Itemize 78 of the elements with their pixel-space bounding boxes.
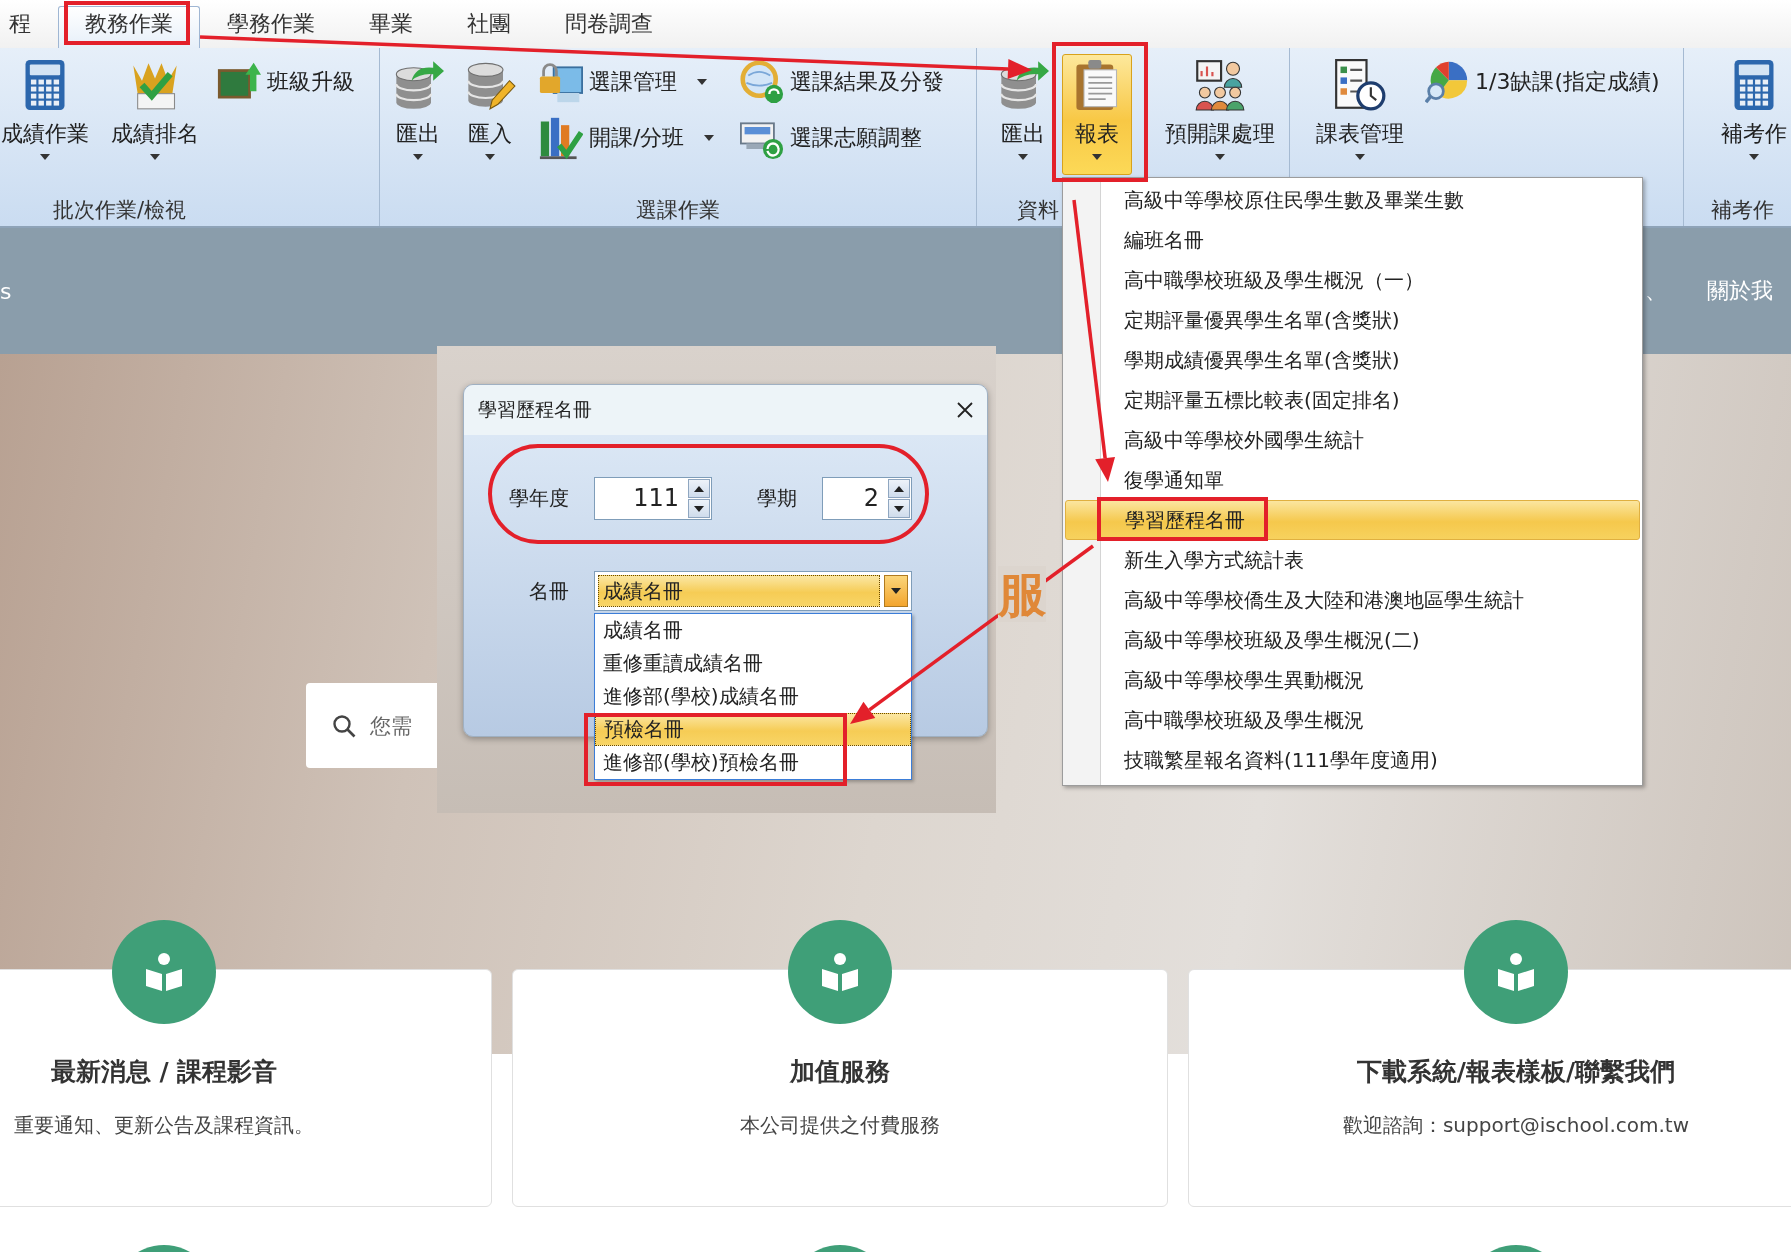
triangle-up-icon bbox=[894, 485, 904, 492]
menu-item[interactable]: 高級中等學校學生異動概況 bbox=[1065, 660, 1640, 700]
group-label: 資料 bbox=[1017, 198, 1059, 222]
menu-item[interactable]: 技職繁星報名資料(111學年度適用) bbox=[1065, 740, 1640, 780]
menu-item[interactable]: 高級中等學校外國學生統計 bbox=[1065, 420, 1640, 460]
dialog-title: 學習歷程名冊 bbox=[478, 397, 592, 422]
menu-item[interactable]: 高級中等學校僑生及大陸和港澳地區學生統計 bbox=[1065, 580, 1640, 620]
ribbon-button[interactable]: 補考作 bbox=[1712, 54, 1791, 175]
menu-item[interactable]: 定期評量優異學生名單(含獎狀) bbox=[1065, 300, 1640, 340]
bar-chart-icon bbox=[539, 116, 583, 160]
group-label: 批次作業/檢視 bbox=[52, 198, 187, 222]
field-label: 學期 bbox=[757, 485, 797, 512]
spin-down-button[interactable] bbox=[688, 499, 710, 518]
tab[interactable]: 問卷調查 bbox=[538, 6, 680, 48]
tab[interactable]: 社團 bbox=[440, 6, 538, 48]
menu-item[interactable]: 復學通知單 bbox=[1065, 460, 1640, 500]
database-arrow-icon bbox=[392, 59, 444, 111]
nav-text: s bbox=[0, 278, 12, 304]
ribbon-button[interactable]: 預開課處理 bbox=[1156, 54, 1284, 175]
group-label: 選課作業 bbox=[636, 198, 720, 222]
menu-item[interactable]: 高級中等學校班級及學生概況(二) bbox=[1065, 620, 1640, 660]
triangle-down-icon bbox=[894, 505, 904, 512]
ribbon-button[interactable]: 成績排名 bbox=[102, 54, 208, 175]
ribbon-button[interactable]: 1/3缺課(指定成績) bbox=[1420, 58, 1665, 106]
card-text: 本公司提供之付費服務 bbox=[739, 1112, 941, 1138]
people-icon bbox=[1194, 59, 1246, 111]
field-label: 名冊 bbox=[528, 577, 569, 605]
dropdown-option[interactable]: 進修部(學校)預檢名冊 bbox=[595, 746, 911, 779]
dropdown-option[interactable]: 重修重讀成績名冊 bbox=[595, 647, 911, 680]
tab[interactable]: 程 bbox=[0, 6, 58, 48]
menu-item[interactable]: 高級中等學校原住民學生數及畢業生數 bbox=[1065, 180, 1640, 220]
menu-item[interactable]: 新生入學方式統計表 bbox=[1065, 540, 1640, 580]
spin-up-button[interactable] bbox=[888, 479, 910, 498]
ribbon-button[interactable]: 報表 bbox=[1062, 54, 1132, 175]
menu-item[interactable]: 學期成績優異學生名單(含獎狀) bbox=[1065, 340, 1640, 380]
headline-text: 服 bbox=[998, 566, 1046, 622]
number-field[interactable]: 2 bbox=[822, 477, 912, 520]
nav-text: 、 bbox=[1645, 277, 1667, 305]
close-button[interactable] bbox=[957, 402, 973, 418]
field-label: 學年度 bbox=[508, 485, 569, 512]
ribbon-button[interactable]: 選課結果及分發 bbox=[735, 58, 950, 106]
menu-item[interactable]: 高中職學校班級及學生概況（一） bbox=[1065, 260, 1640, 300]
close-icon bbox=[957, 402, 973, 418]
globe-icon bbox=[740, 60, 785, 104]
ribbon-button[interactable]: 匯出 bbox=[383, 54, 453, 175]
card-text: 重要通知、更新公告及課程資訊。 bbox=[13, 1112, 315, 1138]
menu-item[interactable]: 編班名冊 bbox=[1065, 220, 1640, 260]
tab[interactable]: 畢業 bbox=[342, 6, 440, 48]
number-field[interactable]: 111 bbox=[594, 477, 712, 520]
search-icon bbox=[332, 713, 356, 738]
card-title: 最新消息 / 課程影音 bbox=[49, 1056, 279, 1088]
menu-item[interactable]: 高中職學校班級及學生概況 bbox=[1065, 700, 1640, 740]
spin-up-button[interactable] bbox=[688, 479, 710, 498]
dropdown-field[interactable]: 成績名冊 bbox=[594, 571, 912, 611]
ribbon-button[interactable]: 選課管理 bbox=[534, 58, 720, 106]
ribbon-button[interactable]: 成績作業 bbox=[0, 54, 98, 175]
card-title: 加值服務 bbox=[788, 1056, 891, 1088]
ribbon-button[interactable]: 匯入 bbox=[455, 54, 525, 175]
spin-down-button[interactable] bbox=[888, 499, 910, 518]
ribbon-button[interactable]: 班級升級 bbox=[212, 58, 360, 106]
ribbon-button[interactable]: 開課/分班 bbox=[534, 114, 720, 162]
tab[interactable]: 學務作業 bbox=[200, 6, 342, 48]
group-label: 補考作 bbox=[1711, 198, 1774, 222]
padlock-icon bbox=[539, 60, 583, 104]
menu-item[interactable]: 學習歷程名冊 bbox=[1065, 500, 1640, 540]
card-title: 下載系統/報表樣板/聯繫我們 bbox=[1355, 1056, 1677, 1088]
menu-item[interactable]: 定期評量五標比較表(固定排名) bbox=[1065, 380, 1640, 420]
triangle-up-icon bbox=[694, 485, 704, 492]
ribbon-button[interactable]: 選課志願調整 bbox=[735, 114, 950, 162]
caret-icon bbox=[891, 588, 901, 594]
dropdown-option[interactable]: 成績名冊 bbox=[595, 614, 911, 647]
pie-chart-icon bbox=[1425, 60, 1469, 104]
triangle-down-icon bbox=[694, 505, 704, 512]
dropdown-option[interactable]: 進修部(學校)成績名冊 bbox=[595, 680, 911, 713]
card-text: 歡迎諮詢：support@ischool.com.tw bbox=[1341, 1112, 1691, 1138]
ribbon-button[interactable]: 課表管理 bbox=[1307, 54, 1413, 175]
checklist-clock-icon bbox=[1334, 59, 1386, 111]
search-field[interactable]: 您需 bbox=[306, 683, 437, 768]
